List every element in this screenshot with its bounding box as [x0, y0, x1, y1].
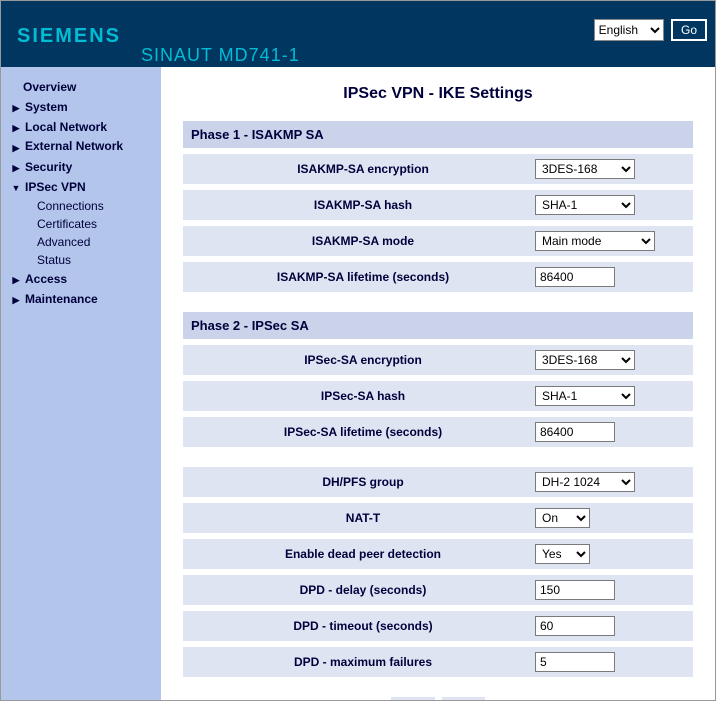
phase1-section: Phase 1 - ISAKMP SA ISAKMP-SA encryption…	[183, 121, 693, 292]
row-dhpfs: DH/PFS group DH-2 1024	[183, 467, 693, 497]
dhpfs-select[interactable]: DH-2 1024	[535, 472, 635, 492]
label-dpd-delay: DPD - delay (seconds)	[191, 583, 535, 597]
row-ipsec-life: IPSec-SA lifetime (seconds)	[183, 417, 693, 447]
isakmp-enc-select[interactable]: 3DES-168	[535, 159, 635, 179]
dpd-delay-input[interactable]	[535, 580, 615, 600]
caret-right-icon	[11, 120, 21, 134]
language-select[interactable]: English	[594, 19, 664, 41]
label-natt: NAT-T	[191, 511, 535, 525]
go-button[interactable]: Go	[671, 19, 707, 41]
save-button[interactable]: Save	[391, 697, 434, 700]
caret-right-icon	[11, 292, 21, 306]
nav-security[interactable]: Security	[9, 157, 153, 177]
nav-ipsec-certificates[interactable]: Certificates	[9, 215, 153, 233]
label-dpd-enable: Enable dead peer detection	[191, 547, 535, 561]
nav-external-network[interactable]: External Network	[9, 137, 153, 157]
row-isakmp-hash: ISAKMP-SA hash SHA-1	[183, 190, 693, 220]
ipsec-life-input[interactable]	[535, 422, 615, 442]
misc-section: DH/PFS group DH-2 1024 NAT-T On Enable d…	[183, 467, 693, 677]
row-dpd-enable: Enable dead peer detection Yes	[183, 539, 693, 569]
caret-right-icon	[11, 100, 21, 114]
header-bar: SIEMENS SINAUT MD741-1 English Go	[1, 1, 715, 67]
dpd-max-input[interactable]	[535, 652, 615, 672]
phase2-header: Phase 2 - IPSec SA	[183, 312, 693, 339]
isakmp-mode-select[interactable]: Main mode	[535, 231, 655, 251]
row-isakmp-mode: ISAKMP-SA mode Main mode	[183, 226, 693, 256]
label-isakmp-enc: ISAKMP-SA encryption	[191, 162, 535, 176]
nav-maintenance[interactable]: Maintenance	[9, 289, 153, 309]
isakmp-life-input[interactable]	[535, 267, 615, 287]
ipsec-hash-select[interactable]: SHA-1	[535, 386, 635, 406]
row-natt: NAT-T On	[183, 503, 693, 533]
row-dpd-timeout: DPD - timeout (seconds)	[183, 611, 693, 641]
nav-overview[interactable]: Overview	[9, 77, 153, 97]
label-dpd-timeout: DPD - timeout (seconds)	[191, 619, 535, 633]
isakmp-hash-select[interactable]: SHA-1	[535, 195, 635, 215]
row-dpd-max: DPD - maximum failures	[183, 647, 693, 677]
main-content: IPSec VPN - IKE Settings Phase 1 - ISAKM…	[161, 67, 715, 700]
label-ipsec-enc: IPSec-SA encryption	[191, 353, 535, 367]
nav-ipsec-vpn[interactable]: IPSec VPN	[9, 177, 153, 197]
ipsec-enc-select[interactable]: 3DES-168	[535, 350, 635, 370]
sidebar: Overview System Local Network External N…	[1, 67, 161, 700]
phase2-section: Phase 2 - IPSec SA IPSec-SA encryption 3…	[183, 312, 693, 447]
nav-ipsec-status[interactable]: Status	[9, 251, 153, 269]
nav-ipsec-advanced[interactable]: Advanced	[9, 233, 153, 251]
label-isakmp-mode: ISAKMP-SA mode	[191, 234, 535, 248]
label-dpd-max: DPD - maximum failures	[191, 655, 535, 669]
caret-down-icon	[11, 180, 21, 194]
label-isakmp-life: ISAKMP-SA lifetime (seconds)	[191, 270, 535, 284]
row-dpd-delay: DPD - delay (seconds)	[183, 575, 693, 605]
dpd-timeout-input[interactable]	[535, 616, 615, 636]
caret-right-icon	[11, 160, 21, 174]
back-button[interactable]: Back	[442, 697, 485, 700]
row-isakmp-life: ISAKMP-SA lifetime (seconds)	[183, 262, 693, 292]
dpd-enable-select[interactable]: Yes	[535, 544, 590, 564]
caret-right-icon	[11, 272, 21, 286]
label-ipsec-hash: IPSec-SA hash	[191, 389, 535, 403]
brand-logo: SIEMENS	[17, 25, 121, 48]
row-isakmp-enc: ISAKMP-SA encryption 3DES-168	[183, 154, 693, 184]
button-row: Save Back	[183, 697, 693, 700]
page-title: IPSec VPN - IKE Settings	[183, 85, 693, 103]
nav-ipsec-connections[interactable]: Connections	[9, 197, 153, 215]
natt-select[interactable]: On	[535, 508, 590, 528]
row-ipsec-enc: IPSec-SA encryption 3DES-168	[183, 345, 693, 375]
nav-local-network[interactable]: Local Network	[9, 117, 153, 137]
label-ipsec-life: IPSec-SA lifetime (seconds)	[191, 425, 535, 439]
nav-access[interactable]: Access	[9, 269, 153, 289]
nav-system[interactable]: System	[9, 97, 153, 117]
caret-right-icon	[11, 140, 21, 154]
phase1-header: Phase 1 - ISAKMP SA	[183, 121, 693, 148]
row-ipsec-hash: IPSec-SA hash SHA-1	[183, 381, 693, 411]
label-dhpfs: DH/PFS group	[191, 475, 535, 489]
product-name: SINAUT MD741-1	[141, 45, 300, 66]
label-isakmp-hash: ISAKMP-SA hash	[191, 198, 535, 212]
